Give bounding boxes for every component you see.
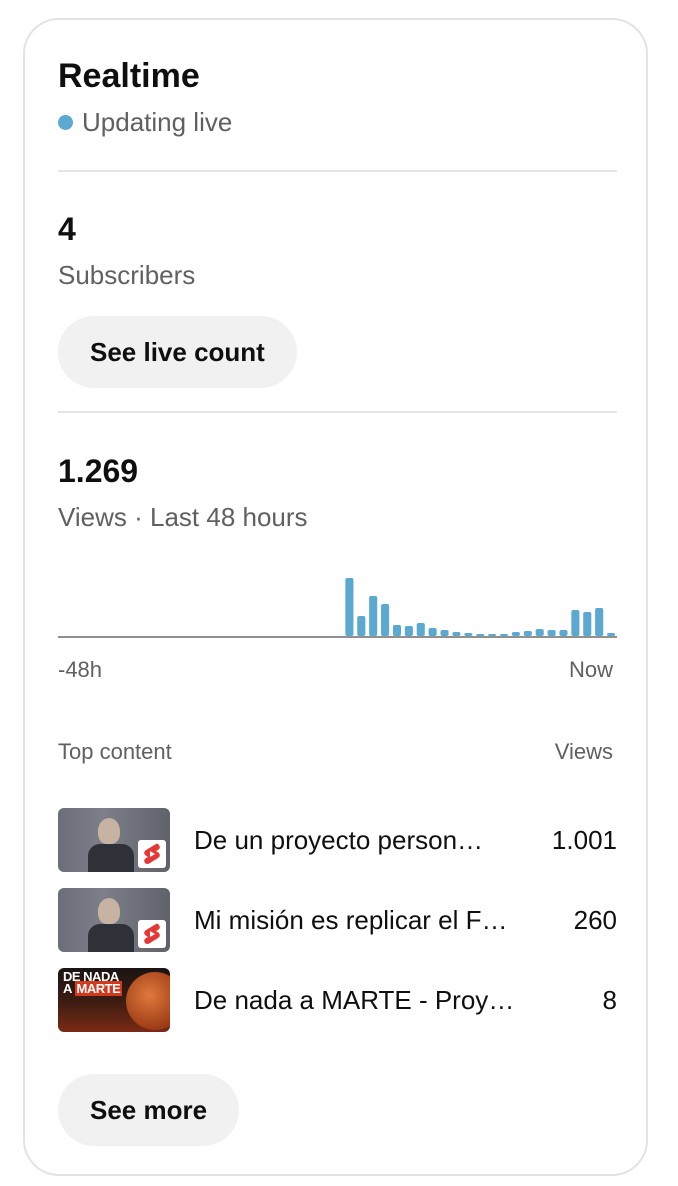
chart-bar (392, 625, 402, 636)
video-thumbnail (58, 888, 170, 952)
chart-bar (464, 633, 473, 636)
video-thumbnail (58, 808, 170, 872)
top-content-row[interactable]: DE NADA A MARTE De nada a MARTE - Proyec… (58, 968, 617, 1032)
see-live-count-button[interactable]: See live count (58, 316, 297, 388)
thumbnail-text-line2: A MARTE (63, 981, 123, 996)
mars-planet-image (126, 972, 170, 1030)
video-title: De un proyecto person… (194, 824, 484, 855)
person-shirt (88, 924, 134, 952)
divider (58, 170, 617, 172)
see-more-button[interactable]: See more (58, 1074, 240, 1146)
chart-bar (583, 612, 592, 636)
video-views: 8 (602, 984, 617, 1015)
top-content-row[interactable]: Mi misión es replicar el F… 260 (58, 888, 617, 952)
shorts-icon (138, 840, 166, 868)
live-status-text: Updating live (82, 107, 233, 137)
chart-bar (416, 623, 425, 636)
thumbnail-text-a: A (63, 981, 75, 996)
chart-bar (547, 630, 556, 636)
top-content-header: Top content (58, 739, 172, 764)
video-title: Mi misión es replicar el F… (194, 904, 508, 935)
chart-bar (357, 616, 366, 636)
chart-bar (476, 634, 485, 636)
person-figure (98, 818, 120, 844)
top-content-row[interactable]: De un proyecto person… 1.001 (58, 808, 617, 872)
subscriber-count: 4 (58, 211, 76, 247)
thumbnail-title-text: DE NADA A MARTE (63, 970, 123, 996)
chart-bar (404, 626, 413, 636)
chart-bar (607, 633, 616, 636)
live-dot-icon (58, 114, 73, 130)
x-axis-end-label: Now (568, 657, 613, 682)
video-views: 1.001 (551, 824, 617, 855)
chart-bar (369, 596, 378, 636)
chart-bar (559, 630, 568, 636)
divider (58, 411, 617, 413)
chart-bar (535, 629, 544, 636)
chart-bar (523, 631, 532, 636)
chart-bar (345, 578, 354, 636)
subscriber-label: Subscribers (58, 260, 196, 290)
video-thumbnail: DE NADA A MARTE (58, 968, 170, 1032)
chart-bar (452, 632, 461, 636)
chart-bar (488, 634, 497, 636)
chart-bar (381, 604, 390, 636)
live-status: Updating live (58, 106, 232, 138)
person-figure (98, 898, 120, 924)
top-content-views-header: Views (554, 739, 613, 764)
views-bar-chart (58, 578, 617, 638)
x-axis-start-label: -48h (58, 657, 103, 682)
chart-bar (440, 630, 449, 636)
video-title: De nada a MARTE - Proyect… (194, 984, 527, 1015)
chart-bar (428, 628, 437, 636)
card-title: Realtime (58, 57, 200, 95)
chart-bar (499, 634, 509, 636)
chart-bar (595, 608, 604, 636)
chart-bar (511, 632, 520, 636)
thumbnail-text-marte: MARTE (74, 981, 123, 996)
shorts-icon (138, 920, 166, 948)
views-count: 1.269 (58, 453, 139, 489)
realtime-card: Realtime Updating live 4 Subscribers See… (23, 18, 648, 1176)
person-shirt (88, 844, 134, 872)
views-label: Views · Last 48 hours (58, 502, 308, 532)
video-views: 260 (573, 904, 617, 935)
chart-bar (571, 610, 580, 636)
